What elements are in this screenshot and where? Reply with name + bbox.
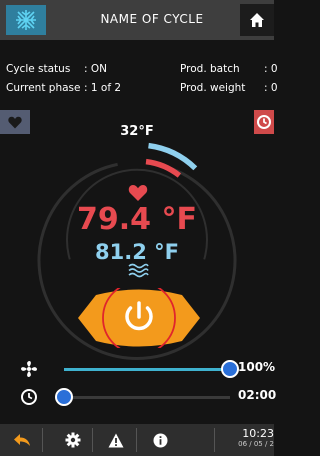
cycle-info-panel: Cycle status : ON Prod. batch : 0 Curren…: [0, 40, 278, 102]
fan-icon: [21, 361, 37, 377]
cycle-status-value: : ON: [84, 63, 107, 75]
start-stop-button[interactable]: [78, 288, 200, 348]
fan-speed-fill: [64, 368, 230, 371]
clock-icon: [21, 389, 37, 405]
home-button[interactable]: [240, 4, 274, 36]
probe-temperature: 81.2 °F: [95, 240, 179, 264]
fan-speed-value: 100%: [238, 360, 276, 374]
time-slider-row: 02:00: [0, 386, 277, 408]
time-knob[interactable]: [55, 388, 73, 406]
setpoint-temperature: 32°F: [120, 124, 154, 139]
alarms-button[interactable]: [100, 424, 132, 456]
gear-icon: [65, 432, 81, 448]
warning-icon: [108, 433, 124, 447]
back-arrow-icon: [14, 434, 30, 446]
main-temperature: 79.4 °F: [77, 202, 197, 237]
prod-batch-label: Prod. batch: [180, 63, 240, 75]
info-button[interactable]: [144, 424, 176, 456]
heart-icon: [128, 185, 148, 201]
separator: [136, 428, 137, 452]
time-value: 02:00: [238, 388, 277, 402]
clock-display: 10:23 06 / 05 / 2: [236, 427, 274, 448]
prod-weight-value: : 0: [264, 82, 278, 94]
settings-button[interactable]: [57, 424, 89, 456]
separator: [214, 428, 215, 452]
clock-time: 10:23: [242, 427, 274, 440]
back-button[interactable]: [6, 424, 38, 456]
fan-speed-knob[interactable]: [221, 360, 239, 378]
top-bar: NAME OF CYCLE: [0, 0, 274, 40]
fan-speed-track[interactable]: [64, 360, 239, 378]
home-icon: [250, 13, 264, 27]
current-phase-label: Current phase: [6, 82, 81, 94]
snowflake-grid-icon: [16, 10, 36, 30]
separator: [92, 428, 93, 452]
cycle-status-label: Cycle status: [6, 63, 71, 75]
fan-speed-slider-row: 100%: [0, 358, 276, 380]
prod-weight-label: Prod. weight: [180, 82, 246, 94]
info-row-status: Cycle status : ON Prod. batch : 0: [6, 63, 278, 79]
separator: [42, 428, 43, 452]
info-row-phase: Current phase : 1 of 2 Prod. weight : 0: [6, 82, 278, 98]
waves-icon: [128, 263, 149, 278]
current-phase-value: : 1 of 2: [84, 82, 122, 94]
prod-batch-value: : 0: [264, 63, 278, 75]
time-track[interactable]: [55, 388, 230, 406]
bottom-toolbar: 10:23 06 / 05 / 2: [0, 424, 274, 456]
info-icon: [153, 433, 167, 447]
cycle-name-title: NAME OF CYCLE: [100, 12, 204, 26]
clock-date: 06 / 05 / 2: [238, 440, 274, 448]
menu-button[interactable]: [6, 5, 46, 35]
